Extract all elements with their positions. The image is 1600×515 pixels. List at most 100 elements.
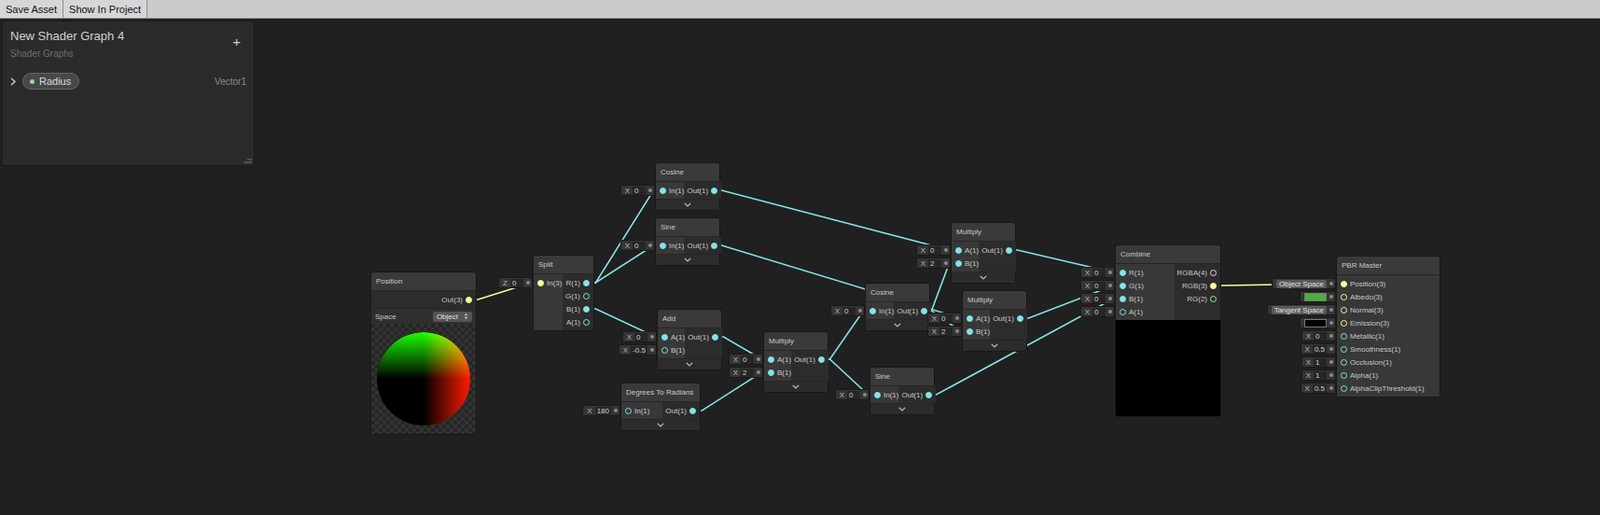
input-port[interactable]: X1Alpha(1): [1336, 368, 1440, 382]
port-dot-icon[interactable]: [966, 328, 974, 335]
field-value[interactable]: 0: [928, 246, 942, 255]
port-dot-icon[interactable]: [465, 296, 473, 304]
input-field[interactable]: X0: [1080, 292, 1115, 305]
input-field[interactable]: X0: [622, 331, 657, 343]
field-value[interactable]: 0: [1092, 268, 1106, 278]
node-title[interactable]: Multiply: [764, 332, 828, 351]
graph-node[interactable]: CombineX0R(1)X0G(1)X0B(1)X0A(1)RGBA(4)RG…: [1114, 244, 1222, 418]
port-dot-icon[interactable]: [659, 187, 667, 195]
port-dot-icon[interactable]: [1340, 306, 1348, 314]
input-field[interactable]: Z0: [498, 277, 533, 289]
port-dot-icon[interactable]: [1340, 293, 1348, 301]
input-field[interactable]: Tangent Space: [1266, 304, 1336, 316]
port-dot-icon[interactable]: [767, 356, 775, 363]
input-port[interactable]: X0B(1): [1115, 292, 1175, 306]
field-value[interactable]: 0: [634, 333, 648, 342]
port-dot-icon[interactable]: [583, 319, 590, 326]
port-dot-icon[interactable]: [955, 247, 962, 254]
node-title[interactable]: Cosine: [655, 163, 720, 182]
node-expander[interactable]: [962, 339, 1027, 351]
input-port[interactable]: X0A(1): [764, 352, 792, 366]
port-dot-icon[interactable]: [1119, 269, 1127, 277]
input-port[interactable]: X0R(1): [1115, 265, 1175, 279]
expand-arrow-icon[interactable]: [10, 77, 16, 86]
input-field[interactable]: X0: [916, 244, 951, 256]
graph-node[interactable]: SineX0In(1)Out(1): [869, 366, 935, 416]
input-port[interactable]: X0In(1): [655, 183, 684, 197]
input-field[interactable]: X0: [1301, 330, 1336, 342]
input-port[interactable]: Emission(3): [1336, 316, 1440, 330]
node-title[interactable]: Add: [657, 309, 722, 329]
input-port[interactable]: X0A(1): [1115, 305, 1175, 319]
output-port[interactable]: Out(1): [898, 388, 936, 402]
port-dot-icon[interactable]: [818, 356, 825, 363]
input-field[interactable]: X0: [728, 353, 764, 365]
port-dot-icon[interactable]: [661, 347, 668, 354]
input-port[interactable]: Albedo(3): [1336, 290, 1440, 304]
setting-dropdown[interactable]: Object: [432, 311, 473, 322]
input-field[interactable]: X0: [834, 389, 870, 401]
graph-node[interactable]: CosineX0In(1)Out(1): [864, 282, 931, 332]
input-port[interactable]: X0A(1): [657, 330, 685, 344]
node-expander[interactable]: [621, 418, 700, 431]
input-port[interactable]: X0.5AlphaClipThreshold(1): [1336, 381, 1440, 395]
field-value[interactable]: 0: [1313, 332, 1327, 341]
field-value[interactable]: 0: [1092, 294, 1106, 304]
graph-node[interactable]: MultiplyX0A(1)X2B(1)Out(1): [950, 222, 1016, 284]
output-port[interactable]: Out(1): [684, 330, 723, 344]
input-port[interactable]: X180In(1): [621, 403, 663, 418]
input-port[interactable]: X2B(1): [951, 256, 979, 270]
output-port[interactable]: Out(1): [791, 352, 829, 366]
field-value[interactable]: 0: [847, 390, 861, 400]
output-port[interactable]: RG(2): [1174, 292, 1221, 306]
port-dot-icon[interactable]: [661, 333, 668, 341]
port-dot-icon[interactable]: [710, 242, 718, 250]
node-title[interactable]: Sine: [870, 367, 934, 387]
input-field[interactable]: X2: [916, 257, 951, 269]
toolbar-button[interactable]: Save Asset: [0, 0, 64, 18]
port-dot-icon[interactable]: [625, 407, 632, 415]
port-dot-icon[interactable]: [1210, 269, 1217, 277]
field-value[interactable]: 180: [595, 406, 612, 416]
node-expander[interactable]: [655, 198, 720, 210]
node-title[interactable]: Split: [533, 255, 594, 275]
port-dot-icon[interactable]: [1119, 282, 1127, 290]
output-port[interactable]: Out(1): [683, 238, 722, 252]
toolbar-button[interactable]: Show In Project: [63, 0, 148, 18]
port-dot-icon[interactable]: [869, 307, 877, 315]
input-port[interactable]: X2B(1): [962, 324, 990, 338]
node-title[interactable]: Position: [371, 272, 476, 292]
field-value[interactable]: 0: [740, 355, 754, 364]
port-dot-icon[interactable]: [711, 333, 719, 341]
port-dot-icon[interactable]: [1016, 315, 1024, 322]
graph-node[interactable]: MultiplyX0A(1)X2B(1)Out(1): [763, 331, 829, 393]
property-row[interactable]: RadiusVector1: [2, 71, 254, 91]
port-dot-icon[interactable]: [925, 391, 933, 399]
input-field[interactable]: X0: [1080, 279, 1115, 292]
graph-node[interactable]: PBR MasterObject SpacePosition(3)Albedo(…: [1335, 255, 1441, 398]
color-swatch[interactable]: [1304, 292, 1327, 302]
node-expander[interactable]: [764, 380, 828, 392]
port-dot-icon[interactable]: [1340, 385, 1348, 392]
input-field[interactable]: Object Space: [1271, 278, 1336, 290]
field-value[interactable]: 2: [740, 368, 754, 377]
node-title[interactable]: Sine: [655, 218, 720, 237]
output-port[interactable]: A(1): [562, 315, 594, 329]
field-value[interactable]: 0.5: [1312, 345, 1327, 354]
input-field[interactable]: X-0.5: [618, 344, 657, 356]
port-dot-icon[interactable]: [1340, 333, 1348, 340]
input-field[interactable]: [1299, 317, 1336, 329]
port-dot-icon[interactable]: [1119, 295, 1127, 303]
edge[interactable]: [586, 190, 664, 283]
field-value[interactable]: 0: [510, 278, 524, 288]
input-field[interactable]: X1: [1301, 356, 1336, 368]
port-dot-icon[interactable]: [920, 307, 928, 315]
field-value[interactable]: 0: [939, 314, 953, 323]
graph-canvas[interactable]: PositionOut(3)SpaceObjectSplitZ0In(3)R(1…: [0, 18, 1600, 515]
resize-grip-icon[interactable]: [243, 158, 252, 164]
output-port[interactable]: Out(1): [893, 304, 932, 318]
input-port[interactable]: X0.5Smoothness(1): [1336, 342, 1440, 356]
port-dot-icon[interactable]: [689, 407, 696, 415]
input-port[interactable]: Tangent SpaceNormal(3): [1336, 303, 1440, 317]
edge[interactable]: [586, 245, 664, 283]
